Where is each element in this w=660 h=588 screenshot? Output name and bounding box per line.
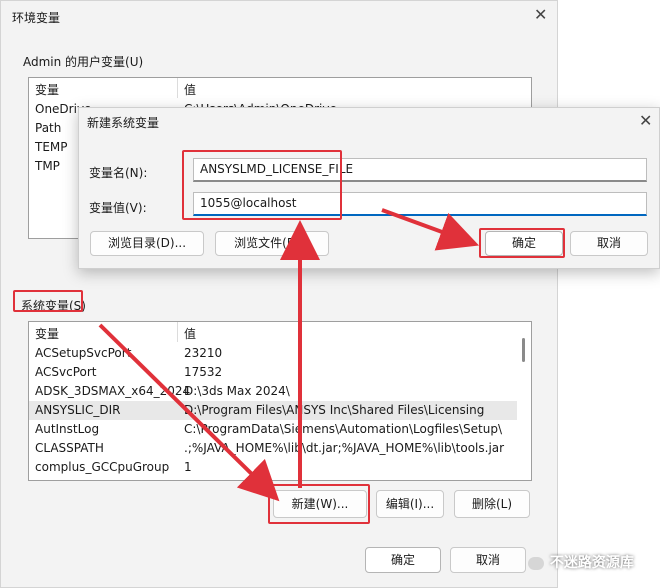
arrow-to-new-button bbox=[98, 323, 280, 502]
arrow-to-ok-button bbox=[381, 208, 480, 251]
chat-bubble-icon bbox=[528, 557, 544, 570]
watermark: 不迷路资源库 bbox=[528, 552, 634, 572]
annotation-arrows bbox=[98, 208, 480, 502]
watermark-text: 不迷路资源库 bbox=[549, 555, 634, 571]
